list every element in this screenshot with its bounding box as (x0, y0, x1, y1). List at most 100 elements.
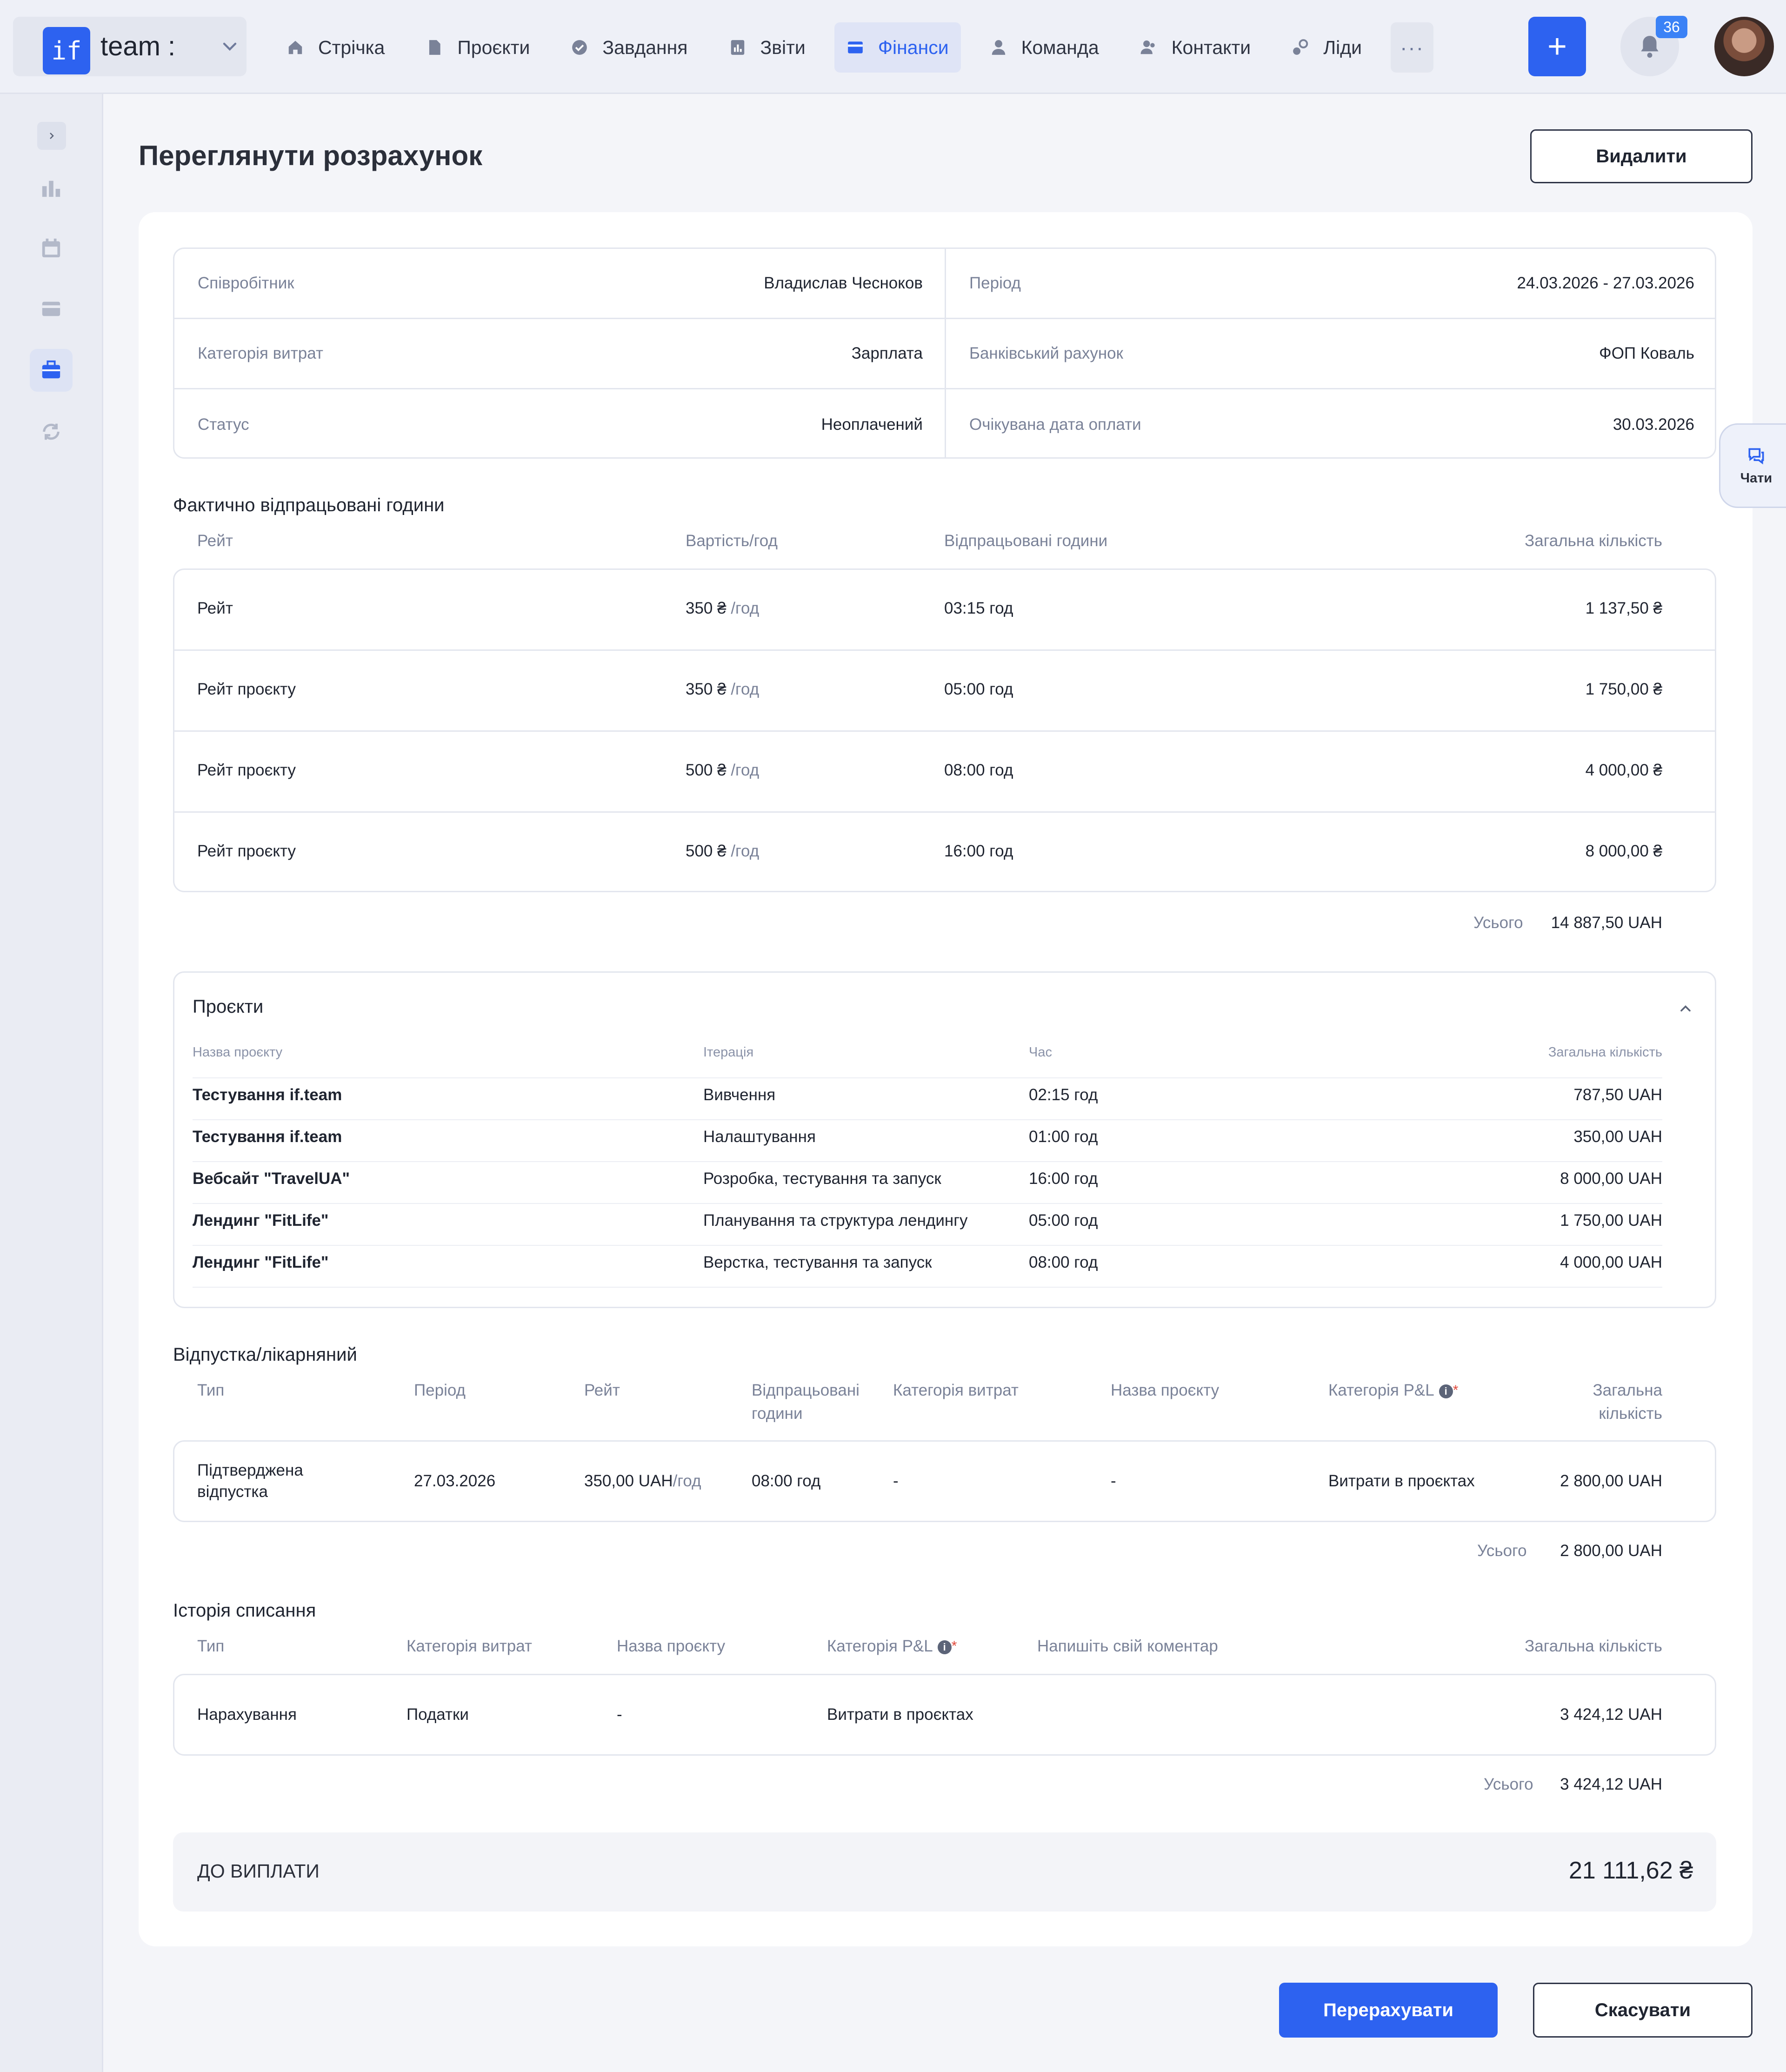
workspace-switcher[interactable]: if team : (13, 17, 247, 76)
column-header: Загальна кількість (1548, 1045, 1662, 1060)
chevron-down-icon (223, 42, 237, 51)
sidebar-item-payments[interactable] (30, 287, 73, 330)
rate-type: Рейт (197, 599, 233, 617)
nav-item-label: Проєкти (457, 36, 530, 58)
info-value: Владислав Чесноков (764, 274, 923, 292)
nav-item-contacts[interactable]: Контакти (1128, 22, 1263, 73)
sidebar-item-analytics[interactable] (30, 167, 73, 209)
rate-unit: /год (731, 761, 760, 779)
divider (193, 1119, 1662, 1120)
payout-value: 21 111,62 ₴ (1569, 1857, 1693, 1884)
column-header: Вартість/год (686, 532, 778, 550)
nav-item-label: Фінанси (878, 36, 949, 58)
column-header: Назва проєкту (1111, 1381, 1220, 1399)
hours-worked: 05:00 год (944, 680, 1013, 698)
column-header: Назва проєкту (193, 1045, 283, 1060)
column-header: Назва проєкту (617, 1637, 726, 1655)
payout-label: ДО ВИПЛАТИ (197, 1860, 320, 1882)
wallet-icon (848, 41, 863, 53)
divider (174, 649, 1715, 651)
projects-title: Проєкти (193, 996, 264, 1017)
divider (193, 1077, 1662, 1078)
nav-item-label: Контакти (1171, 36, 1251, 58)
rate-cost: 500 ₴ /год (686, 841, 759, 862)
chevron-up-icon[interactable] (1676, 1000, 1695, 1017)
cancel-button[interactable]: Скасувати (1533, 1983, 1753, 2038)
nav-item-team[interactable]: Команда (978, 22, 1111, 73)
nav-item-projects[interactable]: Проєкти (413, 22, 542, 73)
nav-item-finance[interactable]: Фінанси (834, 22, 961, 73)
project-name: Лендинг "FitLife" (193, 1211, 329, 1230)
divider (945, 249, 946, 457)
settlement-info: Співробітник Владислав Чесноков Період 2… (173, 247, 1716, 459)
rate-value: 500 ₴ (686, 842, 726, 860)
sidebar-item-calendar[interactable] (30, 227, 73, 270)
calendar-icon (42, 238, 60, 258)
sidebar-item-salaries[interactable] (30, 349, 73, 392)
divider (193, 1245, 1662, 1246)
hours-worked: 08:00 год (944, 761, 1013, 779)
rate-cost: 350 ₴ /год (686, 679, 759, 700)
bell-icon (1641, 36, 1659, 58)
notifications-badge: 36 (1656, 16, 1687, 38)
writeoff-project: - (617, 1705, 622, 1724)
sidebar-item-recurring[interactable] (30, 410, 73, 453)
nav-item-leads[interactable]: Ліди (1280, 22, 1374, 73)
refresh-icon (43, 423, 60, 440)
add-button[interactable]: + (1528, 17, 1586, 76)
row-total: 8 000,00 ₴ (1585, 842, 1662, 860)
info-label: Статус (198, 415, 249, 434)
info-category: Категорія витрат Зарплата (174, 319, 946, 389)
info-bank-account: Банківський рахунок ФОП Коваль (946, 319, 1715, 389)
rate-unit: /год (673, 1472, 701, 1490)
page-title: Переглянути розрахунок (139, 140, 483, 171)
briefcase-icon (42, 360, 60, 379)
column-header: Категорія витрат (407, 1637, 532, 1655)
leave-category: - (893, 1472, 899, 1490)
nav-item-reports[interactable]: Звіти (717, 22, 818, 73)
chats-tab[interactable]: Чати (1719, 423, 1786, 508)
info-icon[interactable]: i (1439, 1384, 1453, 1398)
project-name: Лендинг "FitLife" (193, 1253, 329, 1271)
recalculate-button[interactable]: Перерахувати (1279, 1983, 1498, 2038)
info-icon[interactable]: i (937, 1640, 952, 1654)
nav-item-label: Стрічка (318, 36, 385, 58)
project-time: 16:00 год (1029, 1170, 1098, 1188)
contacts-icon (1140, 40, 1155, 54)
info-value: 30.03.2026 (1613, 415, 1694, 434)
project-iteration: Розробка, тестування та запуск (703, 1170, 941, 1188)
leave-section-title: Відпустка/лікарняний (173, 1344, 357, 1365)
project-time: 05:00 год (1029, 1211, 1098, 1230)
nav-item-feed[interactable]: Стрічка (274, 22, 397, 73)
header-label: Категорія P&L (1328, 1381, 1434, 1399)
info-label: Очікувана дата оплати (969, 415, 1141, 434)
header-line: Відпрацьовані (752, 1381, 860, 1399)
avatar[interactable] (1714, 17, 1774, 76)
project-total: 350,00 UAH (1573, 1128, 1662, 1146)
info-value: ФОП Коваль (1599, 344, 1694, 362)
hours-worked: 03:15 год (944, 599, 1013, 617)
project-time: 02:15 год (1029, 1086, 1098, 1104)
rate-type: Рейт проєкту (197, 842, 296, 860)
delete-button[interactable]: Видалити (1530, 129, 1753, 183)
leave-project: - (1111, 1472, 1116, 1490)
project-name: Тестування if.team (193, 1128, 342, 1146)
header-line: кількість (1599, 1404, 1662, 1423)
rate-unit: /год (731, 680, 760, 698)
writeoff-section-title: Історія списання (173, 1600, 316, 1621)
divider (193, 1203, 1662, 1204)
writeoff-category: Податки (407, 1705, 469, 1724)
row-total: 4 000,00 ₴ (1585, 761, 1662, 779)
column-header: Загальна кількість (1487, 1379, 1662, 1425)
writeoff-pl-category: Витрати в проєктах (827, 1705, 973, 1724)
column-header: Тип (197, 1637, 225, 1655)
leave-type: Підтверджена відпустка (197, 1460, 303, 1503)
sidebar-expand-button[interactable] (37, 122, 66, 150)
nav-item-tasks[interactable]: Завдання (559, 22, 700, 73)
nav-more-button[interactable]: ··· (1391, 22, 1434, 73)
project-total: 8 000,00 UAH (1560, 1170, 1662, 1188)
divider (174, 811, 1715, 813)
rate-value: 500 ₴ (686, 761, 726, 779)
header-label: Категорія P&L (827, 1637, 933, 1655)
top-bar: if team : Стрічка Проєкти Завдання Звіти… (0, 0, 1786, 94)
